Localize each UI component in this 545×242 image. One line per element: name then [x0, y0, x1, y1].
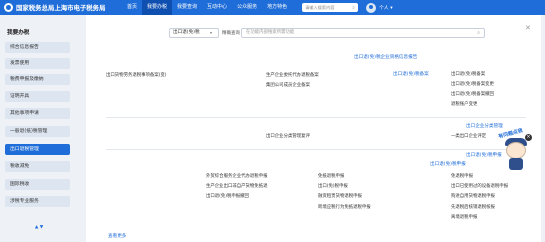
function-link[interactable]: 免退税申报 [451, 173, 473, 179]
sidebar-item-invoice[interactable]: 发票使用 [5, 58, 70, 69]
chevron-down-icon: ▾ [210, 30, 213, 35]
section-title-classification[interactable]: 出口企业分类管理 [466, 123, 503, 129]
function-link[interactable]: 出口货物劳务退税事项备案(变) [106, 72, 167, 78]
function-link[interactable]: 一类出口企业评定 [451, 133, 486, 139]
function-link[interactable]: 出口(免)税申报 [318, 183, 348, 189]
subsection-title-declaration[interactable]: 出口退(免)税申报 [430, 161, 466, 167]
sidebar-item-declaration[interactable]: 税费申报及缴纳 [5, 74, 70, 85]
search-icon[interactable]: ⌕ [477, 29, 480, 37]
function-search-placeholder: 在功能内部搜索所需功能 [246, 30, 295, 35]
function-panel: 出口退(免)税 ▾ 精确查询 在功能内部搜索所需功能 ⌕ ✕ 出口退(免)税企业… [86, 15, 541, 242]
function-link[interactable]: 退税账户变更 [451, 101, 477, 107]
category-dropdown-value: 出口退(免)税 [173, 30, 200, 35]
function-link[interactable]: 离境退税申报 [451, 214, 477, 220]
top-search-placeholder: 请输入搜索内容 [305, 5, 335, 10]
function-link[interactable]: 外贸综合服务企业代办退税申报 [206, 173, 267, 179]
function-link[interactable]: 出口企业分类管理复评 [266, 133, 310, 139]
close-icon[interactable]: ✕ [525, 24, 531, 32]
top-search-input[interactable]: 请输入搜索内容 ⌕ [302, 3, 359, 12]
site-logo[interactable]: 国家税务总局上海市电子税务局 [0, 0, 122, 15]
sidebar-item-professional[interactable]: 涉税专业服务 [5, 196, 70, 207]
site-title: 国家税务总局上海市电子税务局 [16, 4, 106, 12]
divider [106, 117, 526, 118]
nav-public-service[interactable]: 公众服务 [232, 0, 262, 15]
function-link[interactable]: 生产企业出口非自产货物免抵退 [206, 183, 267, 189]
exact-search-button[interactable]: 精确查询 [222, 30, 240, 36]
section-title-declaration[interactable]: 出口退(免)税申报 [466, 152, 502, 158]
function-link[interactable]: 生产企业委托代办退税备案 [266, 72, 319, 78]
nav-local-features[interactable]: 地方特色 [262, 0, 292, 15]
function-link[interactable]: 免抵退税申报 [318, 173, 344, 179]
function-link[interactable]: 出口退(免)税申报撤回 [206, 193, 249, 199]
sidebar-scroll-arrows[interactable]: ▲ ▼ [34, 225, 44, 230]
subsection-title-filing[interactable]: 出口退(免)税备案 [393, 71, 429, 77]
function-link[interactable]: 出口退(免)税备案撤回 [451, 91, 494, 97]
sidebar-item-other-requests[interactable]: 其他事项申请 [5, 108, 70, 119]
user-menu[interactable]: 个人 ▾ [379, 4, 393, 11]
function-link[interactable]: 购进自用货物退税申报 [451, 193, 495, 199]
function-link[interactable]: 先退税后核销退税核报 [451, 204, 495, 210]
sidebar-item-certificate[interactable]: 证明开具 [5, 91, 70, 102]
function-link[interactable]: 集团公司成员企业备案 [266, 82, 310, 88]
sidebar-item-export-refund[interactable]: 出口退税管理 [5, 144, 70, 155]
sidebar-item-info-report[interactable]: 综合信息报告 [5, 42, 70, 53]
function-link[interactable]: 出口退(免)税备案 [451, 71, 485, 77]
category-dropdown[interactable]: 出口退(免)税 ▾ [169, 28, 219, 38]
sidebar-item-international[interactable]: 国际税收 [5, 179, 70, 190]
search-icon[interactable]: ⌕ [352, 4, 355, 12]
avatar[interactable] [366, 2, 377, 13]
function-link[interactable]: 融资租赁货物退税申报 [318, 193, 362, 199]
main-nav: 首页 我要办税 我要查询 互动中心 公众服务 地方特色 [122, 0, 292, 15]
mascot-face-icon [506, 142, 526, 159]
function-link[interactable]: 出口已使用过的设备退税申报 [451, 183, 508, 189]
help-assistant[interactable]: 有问题点我 × [498, 128, 532, 172]
function-link[interactable]: 出口退(免)税备案变更 [451, 81, 494, 87]
view-more-link[interactable]: 查看更多 [108, 233, 126, 239]
sidebar-item-general-refund[interactable]: 一般退(抵)税管理 [5, 126, 70, 137]
sidebar-item-tax-relief[interactable]: 税收减免 [5, 161, 70, 172]
sidebar: 我要办税 综合信息报告 发票使用 税费申报及缴纳 证明开具 其他事项申请 一般退… [0, 15, 86, 242]
nav-do-tax[interactable]: 我要办税 [142, 0, 173, 15]
nav-home[interactable]: 首页 [122, 0, 142, 15]
function-link[interactable]: 跨境应税行为免抵退税申报 [318, 204, 371, 210]
nav-interaction[interactable]: 互动中心 [202, 0, 232, 15]
function-search-input[interactable]: 在功能内部搜索所需功能 ⌕ [241, 28, 485, 38]
tax-emblem-icon [4, 3, 13, 12]
section-title-qualification[interactable]: 出口退(免)税企业资格信息报告 [354, 54, 417, 60]
mascot-body-icon [509, 158, 523, 170]
close-icon[interactable]: × [525, 134, 532, 141]
sidebar-title: 我要办税 [7, 30, 30, 36]
top-navbar: 国家税务总局上海市电子税务局 首页 我要办税 我要查询 互动中心 公众服务 地方… [0, 0, 545, 15]
divider [106, 149, 526, 150]
nav-query[interactable]: 我要查询 [172, 0, 202, 15]
